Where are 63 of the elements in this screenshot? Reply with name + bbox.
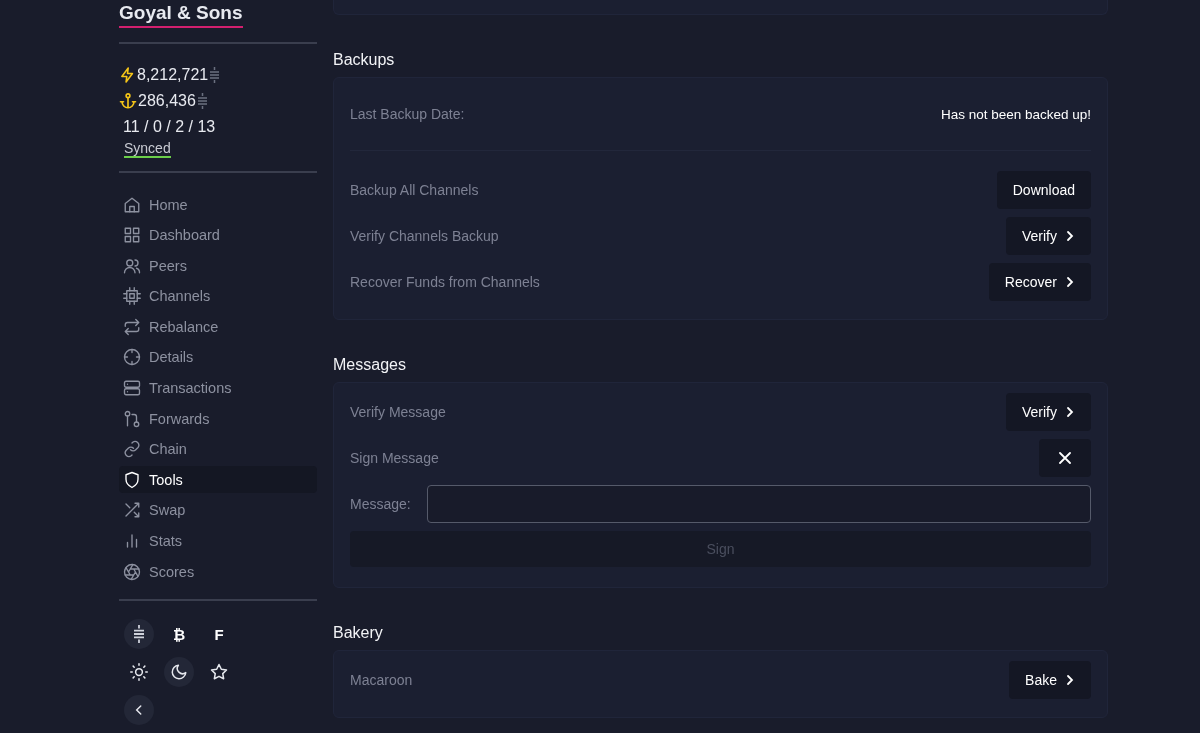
- nav-item[interactable]: Details: [119, 343, 317, 371]
- nav-item[interactable]: Stats: [119, 527, 317, 555]
- message-field[interactable]: [426, 485, 1091, 523]
- node-title: Goyal & Sons: [119, 2, 243, 28]
- action-button[interactable]: Recover: [988, 263, 1091, 301]
- balance-amount: 8,212,721: [137, 66, 209, 84]
- action-button[interactable]: Bake: [1009, 661, 1091, 699]
- channel-counts: 11 / 0 / 2 / 13: [122, 117, 217, 137]
- nav-item[interactable]: Tools: [119, 466, 317, 494]
- server-icon: [123, 379, 141, 398]
- row-label: Verify Message: [350, 404, 446, 420]
- currency-button[interactable]: [124, 619, 154, 650]
- row-label: Verify Channels Backup: [350, 228, 499, 244]
- nav-item[interactable]: Home: [119, 191, 317, 218]
- action-button[interactable]: Verify: [1006, 217, 1091, 255]
- chip-icon: [123, 287, 141, 306]
- sun-icon: [130, 663, 148, 682]
- action-button[interactable]: Download: [996, 171, 1091, 209]
- home-icon: [123, 195, 141, 214]
- row-label: Macaroon: [350, 672, 413, 688]
- nav-item[interactable]: Swap: [119, 496, 317, 524]
- nav-item[interactable]: Chain: [119, 435, 317, 463]
- moon-button[interactable]: [164, 657, 194, 688]
- row-label: Backup All Channels: [350, 182, 479, 198]
- currency-button[interactable]: F: [204, 619, 234, 650]
- action-button[interactable]: Verify: [1006, 393, 1091, 431]
- section-title: Bakery: [333, 624, 384, 642]
- aperture-icon: [123, 562, 141, 581]
- section-title: Messages: [333, 356, 407, 374]
- sats-icon: [134, 625, 144, 644]
- section-title: Backups: [333, 51, 396, 69]
- sats-icon: [197, 93, 207, 109]
- row-label: Recover Funds from Channels: [350, 274, 540, 290]
- link-icon: [123, 440, 141, 459]
- sync-status: Synced: [124, 140, 171, 158]
- row-value: Has not been backed up!: [940, 106, 1091, 122]
- nav-item[interactable]: Scores: [119, 558, 317, 586]
- moon-icon: [170, 663, 188, 682]
- lightning-icon: [119, 66, 136, 84]
- nav-item[interactable]: Peers: [119, 252, 317, 280]
- nav-item[interactable]: Forwards: [119, 405, 317, 433]
- balance-amount: 286,436: [138, 92, 196, 110]
- row-label: Sign Message: [350, 450, 439, 466]
- star-icon: [210, 663, 228, 682]
- nav-item[interactable]: Transactions: [119, 374, 317, 402]
- close-icon: [1059, 452, 1071, 464]
- sats-icon: [210, 67, 220, 83]
- git-icon: [123, 409, 141, 428]
- row-label: Last Backup Date:: [350, 106, 465, 122]
- currency-button[interactable]: ₿: [164, 619, 194, 650]
- nav-item[interactable]: Dashboard: [119, 221, 317, 249]
- close-button[interactable]: [1039, 439, 1091, 477]
- nav-item[interactable]: Rebalance: [119, 313, 317, 341]
- field-label: Message:: [350, 496, 411, 512]
- users-icon: [123, 256, 141, 275]
- anchor-icon: [119, 92, 137, 110]
- shuffle-icon: [123, 501, 141, 520]
- collapse-button[interactable]: [124, 695, 154, 726]
- shield-icon: [123, 470, 141, 489]
- crosshair-icon: [123, 348, 141, 367]
- grid-icon: [123, 226, 141, 245]
- repeat-icon: [123, 317, 141, 336]
- nav-item[interactable]: Channels: [119, 282, 317, 310]
